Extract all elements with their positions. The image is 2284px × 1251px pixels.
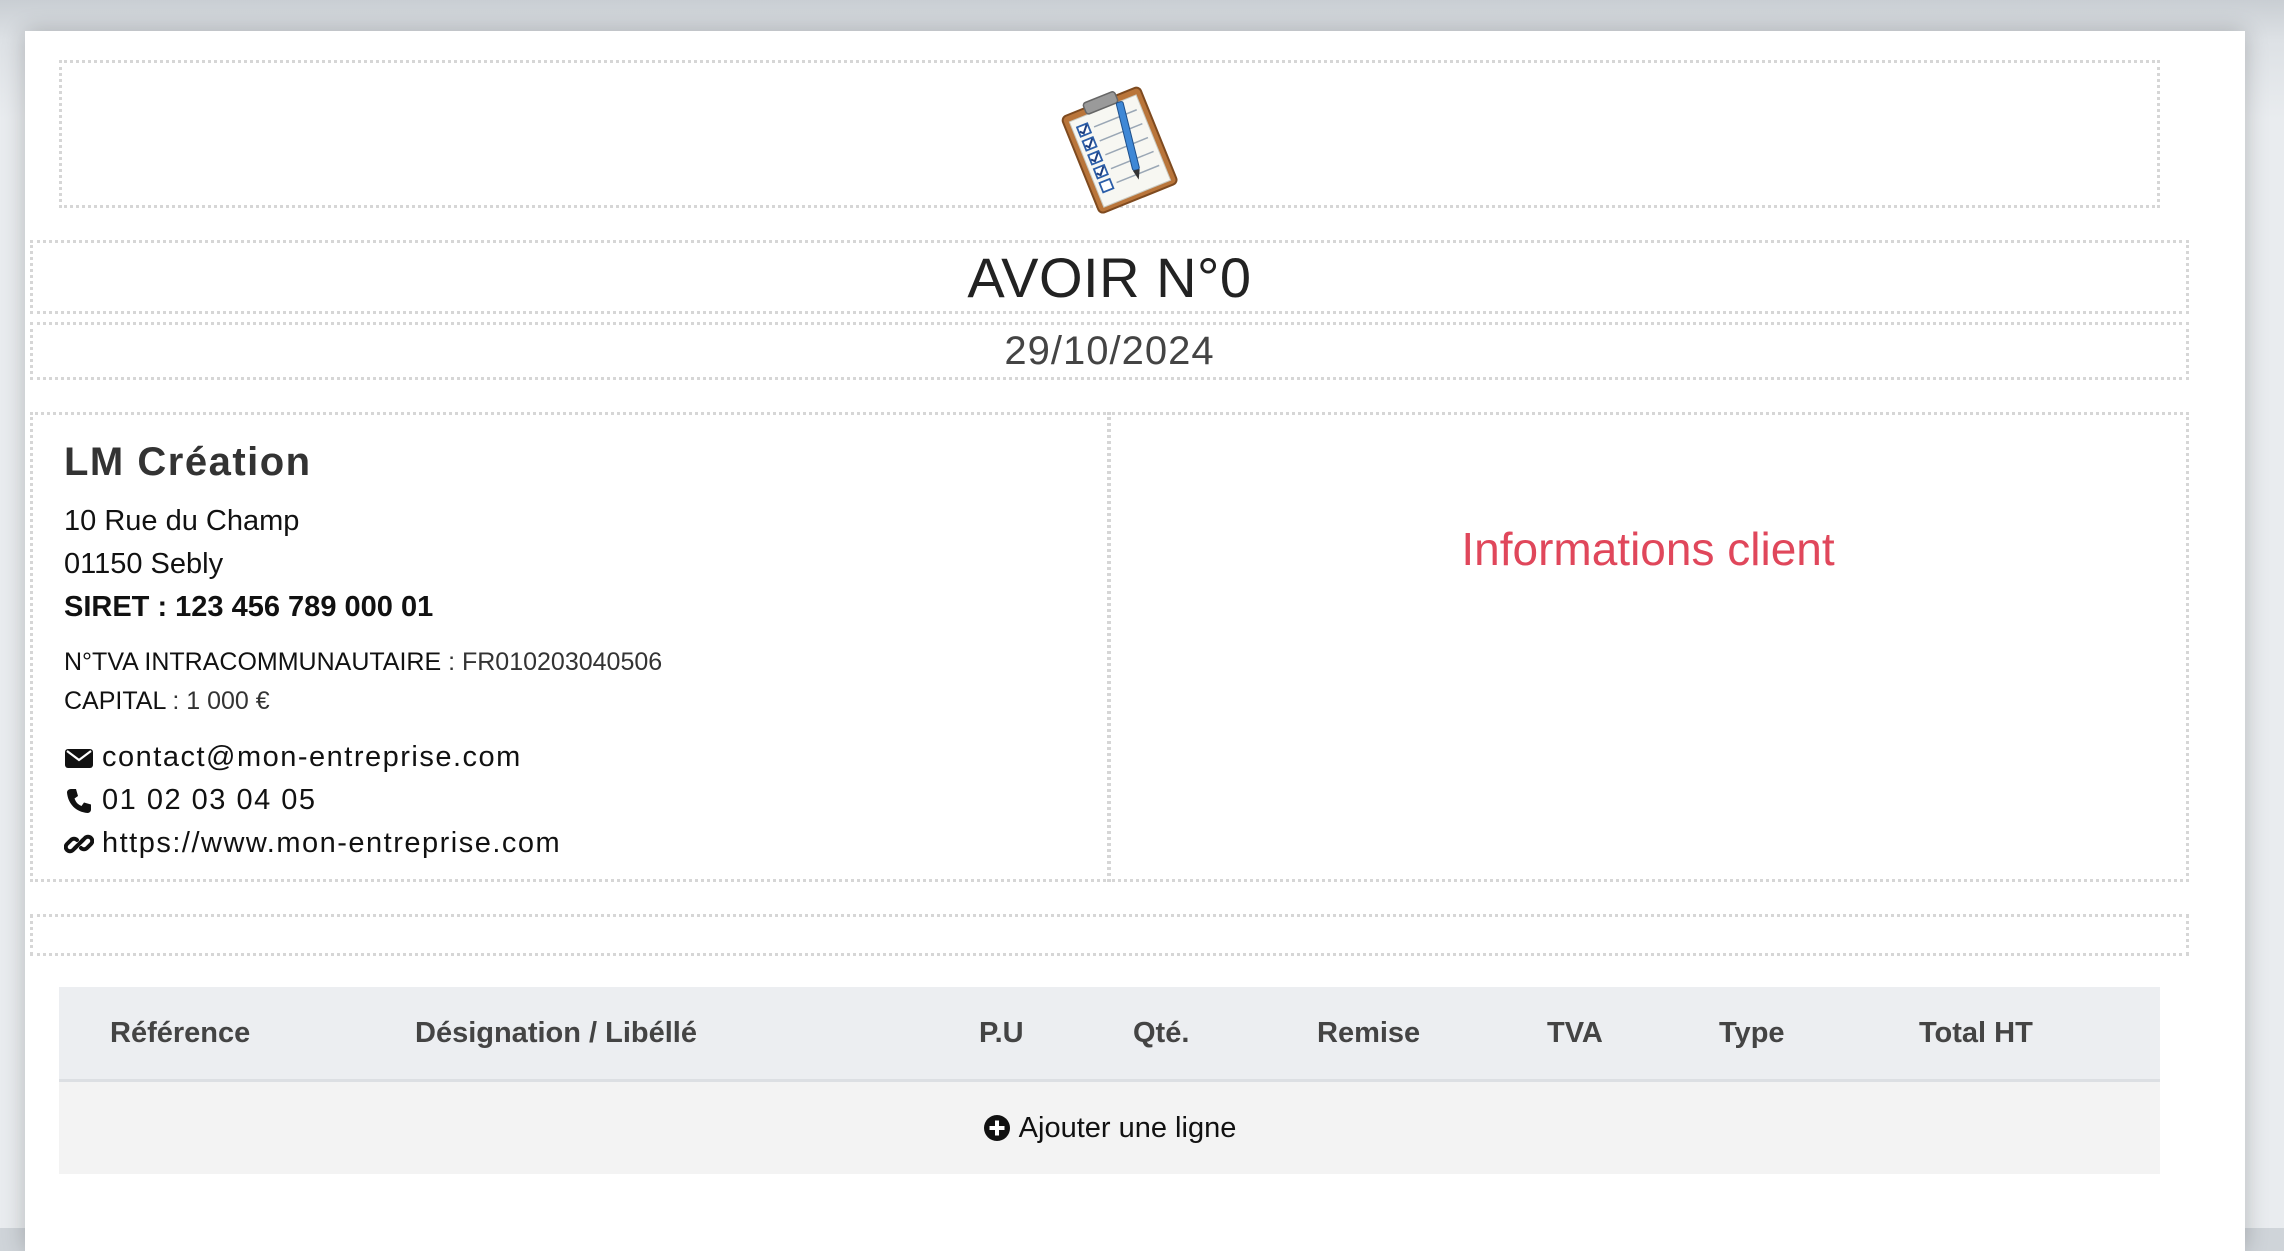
company-info: LM Création 10 Rue du Champ 01150 Sebly … — [64, 440, 1094, 865]
phone-icon — [67, 788, 91, 813]
capital-value: : 1 000 € — [165, 687, 270, 715]
invoice-lines-table: Référence Désignation / Libéllé P.U Qté.… — [59, 987, 2160, 1174]
column-total-ht: Total HT — [1919, 1017, 2033, 1049]
company-address-line2: 01150 Sebly — [64, 548, 224, 580]
column-reference: Référence — [110, 1017, 251, 1049]
tva-value: : FR010203040506 — [441, 648, 663, 676]
column-type: Type — [1719, 1017, 1785, 1049]
table-body: Ajouter une ligne — [59, 1082, 2160, 1174]
notes-zone[interactable] — [30, 914, 2189, 956]
link-icon — [64, 834, 94, 853]
company-email: contact@mon-entreprise.com — [102, 741, 522, 773]
column-designation: Désignation / Libéllé — [415, 1017, 697, 1049]
company-email-row: contact@mon-entreprise.com — [64, 736, 1094, 779]
company-tva: N°TVA INTRACOMMUNAUTAIRE : FR01020304050… — [64, 643, 1094, 682]
column-discount: Remise — [1317, 1017, 1421, 1049]
company-siret: SIRET : 123 456 789 000 01 — [64, 591, 434, 623]
column-unit-price: P.U — [979, 1017, 1024, 1049]
document-date[interactable]: 29/10/2024 — [30, 322, 2189, 380]
column-quantity: Qté. — [1133, 1017, 1190, 1049]
tva-label: N°TVA INTRACOMMUNAUTAIRE — [64, 648, 442, 676]
company-capital: CAPITAL : 1 000 € — [64, 682, 1094, 721]
company-website: https://www.mon-entreprise.com — [102, 827, 562, 859]
envelope-icon — [65, 748, 93, 768]
company-phone: 01 02 03 04 05 — [102, 784, 317, 816]
company-name: LM Création — [64, 440, 312, 484]
client-info-placeholder[interactable]: Informations client — [1107, 522, 2189, 576]
add-line-label: Ajouter une ligne — [1018, 1111, 1237, 1144]
company-phone-row: 01 02 03 04 05 — [64, 779, 1094, 822]
client-zone[interactable] — [1107, 412, 2189, 882]
capital-label: CAPITAL — [64, 687, 166, 715]
company-website-row: https://www.mon-entreprise.com — [64, 822, 1094, 865]
company-address-line1: 10 Rue du Champ — [64, 505, 300, 537]
table-header: Référence Désignation / Libéllé P.U Qté.… — [59, 987, 2160, 1082]
add-line-button[interactable]: Ajouter une ligne — [983, 1111, 1237, 1145]
document-title[interactable]: AVOIR N°0 — [30, 240, 2189, 314]
column-tva: TVA — [1547, 1017, 1603, 1049]
clipboard-checklist-icon — [1061, 86, 1178, 214]
plus-circle-icon — [983, 1115, 1010, 1141]
